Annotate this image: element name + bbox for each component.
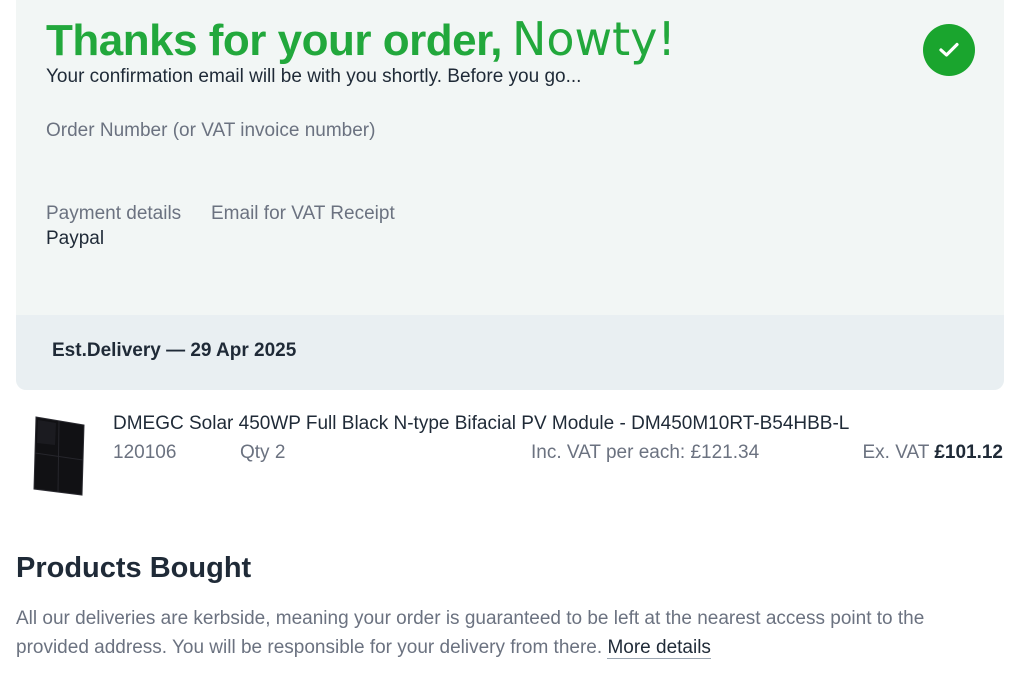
estimated-delivery-bar: Est.Delivery — 29 Apr 2025 [16,315,1004,390]
customer-name: Nowty! [511,12,676,66]
payment-method-value: Paypal [46,228,105,249]
more-details-link[interactable]: More details [607,637,711,659]
payment-details-label: Payment details [46,203,182,224]
product-sku: 120106 [113,442,177,463]
solar-panel-thumbnail [30,415,86,497]
order-number-label: Order Number (or VAT invoice number) [46,120,376,141]
check-icon [923,24,975,76]
kerbside-delivery-notice: All our deliveries are kerbside, meaning… [16,604,976,662]
order-item: DMEGC Solar 450WP Full Black N-type Bifa… [0,405,1024,505]
product-quantity: Qty 2 [240,442,286,463]
ex-vat-price: £101.12 [934,442,1003,463]
estimated-delivery-text: Est.Delivery — 29 Apr 2025 [52,340,297,361]
confirmation-subtext: Your confirmation email will be with you… [46,66,582,87]
price-inc-vat: Inc. VAT per each: £121.34 [531,442,760,463]
ex-vat-label: Ex. VAT [862,442,930,463]
page-title: Thanks for your order, Nowty! [46,12,676,66]
products-bought-heading: Products Bought [16,552,252,584]
product-name: DMEGC Solar 450WP Full Black N-type Bifa… [113,413,850,434]
vat-email-label: Email for VAT Receipt [211,203,395,224]
thanks-heading: Thanks for your order, [46,16,502,65]
price-ex-vat: Ex. VAT £101.12 [863,442,1004,464]
order-confirmation-card: Thanks for your order, Nowty! Your confir… [16,0,1004,390]
kerbside-notice-text: All our deliveries are kerbside, meaning… [16,608,925,658]
